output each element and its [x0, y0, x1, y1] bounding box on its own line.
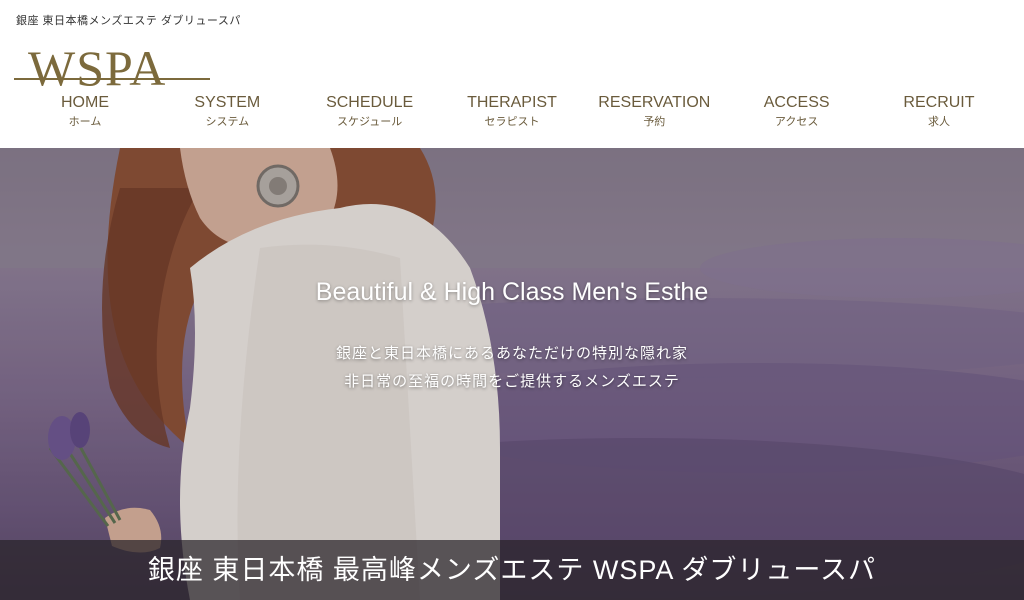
nav-item-system[interactable]: SYSTEM システム	[156, 94, 298, 134]
nav-item-reservation[interactable]: RESERVATION 予約	[583, 94, 725, 134]
nav-label-ja: システム	[205, 116, 250, 128]
logo-mark: WSPA	[14, 28, 214, 94]
nav-item-recruit[interactable]: RECRUIT 求人	[868, 94, 1010, 134]
nav-item-therapist[interactable]: THERAPIST セラピスト	[441, 94, 583, 134]
nav-item-access[interactable]: ACCESS アクセス	[726, 94, 868, 134]
nav-label-en: RESERVATION	[598, 94, 711, 111]
main-nav: HOME ホーム SYSTEM システム SCHEDULE スケジュール THE…	[14, 94, 1010, 134]
nav-label-ja: スケジュール	[337, 116, 403, 128]
logo-strike-line	[14, 78, 210, 80]
nav-label-ja: ホーム	[68, 116, 102, 128]
nav-label-ja: セラピスト	[484, 116, 540, 128]
hero-subtitle-line-1: 銀座と東日本橋にあるあなただけの特別な隠れ家	[335, 345, 688, 362]
bottom-caption-bar: 銀座 東日本橋 最高峰メンズエステ WSPA ダブリュースパ	[0, 540, 1024, 600]
nav-label-ja: アクセス	[774, 116, 819, 128]
nav-label-en: THERAPIST	[467, 94, 557, 111]
nav-item-home[interactable]: HOME ホーム	[14, 94, 156, 134]
hero-title: Beautiful & High Class Men's Esthe	[315, 278, 709, 306]
nav-label-en: SYSTEM	[194, 94, 261, 111]
hero-banner: Beautiful & High Class Men's Esthe 銀座と東日…	[0, 148, 1024, 600]
site-header: 銀座 東日本橋メンズエステ ダブリュースパ WSPA HOME ホーム SYST…	[0, 0, 1024, 148]
nav-label-en: ACCESS	[763, 94, 830, 111]
bottom-caption-text: 銀座 東日本橋 最高峰メンズエステ WSPA ダブリュースパ	[147, 555, 877, 585]
hero-subtitle-line-2: 非日常の至福の時間をご提供するメンズエステ	[344, 373, 680, 390]
nav-label-ja: 求人	[927, 116, 950, 128]
nav-label-en: RECRUIT	[903, 94, 975, 111]
nav-label-ja: 予約	[643, 116, 666, 128]
nav-item-schedule[interactable]: SCHEDULE スケジュール	[299, 94, 441, 134]
nav-label-en: HOME	[61, 94, 109, 111]
site-logo[interactable]: 銀座 東日本橋メンズエステ ダブリュースパ WSPA	[14, 10, 244, 94]
logo-tagline: 銀座 東日本橋メンズエステ ダブリュースパ	[16, 15, 241, 27]
logo-wordmark: WSPA	[28, 40, 167, 96]
nav-label-en: SCHEDULE	[326, 94, 414, 111]
